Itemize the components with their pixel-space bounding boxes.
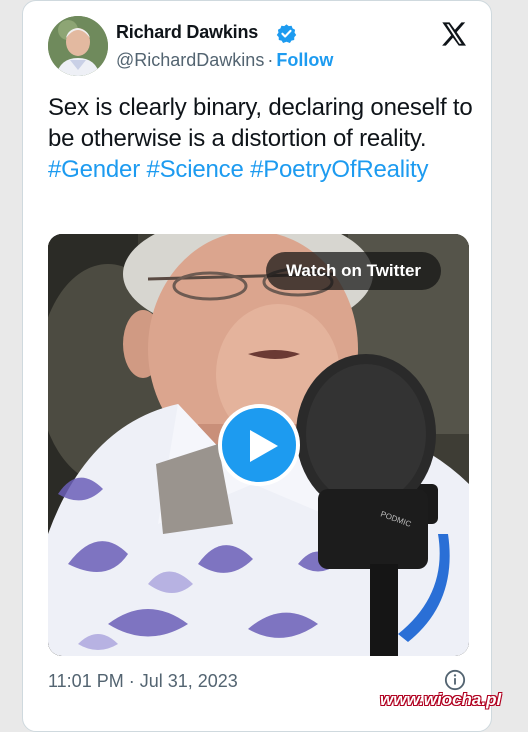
x-logo-icon[interactable] [440,20,468,48]
watermark: www.wiocha.pl [380,690,502,709]
tweet-text: Sex is clearly binary, declaring oneself… [48,92,478,185]
hashtag-poetry-of-reality[interactable]: #PoetryOfReality [250,156,428,183]
video-thumbnail[interactable]: PODMIC Watch on Twitter [48,234,469,656]
tweet-timestamp[interactable]: 11:01 PM · Jul 31, 2023 [48,671,238,692]
separator: · [267,50,274,70]
author-handle[interactable]: @RichardDawkins [116,50,264,70]
play-icon [250,430,278,462]
info-icon[interactable] [444,669,466,691]
watch-on-twitter-button[interactable]: Watch on Twitter [266,252,442,290]
author-name[interactable]: Richard Dawkins [116,22,258,43]
hashtag-science[interactable]: #Science [146,156,243,183]
hashtag-gender[interactable]: #Gender [48,156,140,183]
follow-button[interactable]: Follow [276,50,333,70]
verified-badge-icon [276,24,297,44]
play-button[interactable] [218,404,300,486]
avatar[interactable] [48,16,108,76]
handle-row: @RichardDawkins · Follow [116,50,333,71]
tweet-body: Sex is clearly binary, declaring oneself… [48,94,473,152]
